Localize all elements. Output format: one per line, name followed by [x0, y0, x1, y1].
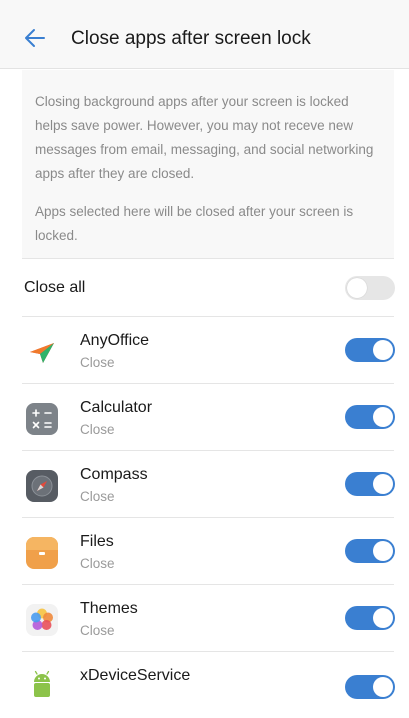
toggle-knob: [373, 677, 393, 697]
files-icon: [26, 537, 58, 569]
themes-icon: [26, 604, 58, 636]
page-title: Close apps after screen lock: [71, 28, 311, 49]
close-all-label: Close all: [24, 279, 86, 296]
toggle-knob: [373, 541, 393, 561]
description-text: Closing background apps after your scree…: [35, 94, 374, 181]
description-note: Apps selected here will be closed after …: [35, 204, 354, 243]
app-row-files[interactable]: Files Close: [22, 517, 395, 584]
app-status: Close: [80, 422, 115, 437]
app-status: Close: [80, 623, 115, 638]
arrow-left-icon[interactable]: [24, 27, 46, 49]
app-toggle-themes[interactable]: [345, 606, 395, 630]
app-status: Close: [80, 556, 115, 571]
app-toggle-calculator[interactable]: [345, 405, 395, 429]
toggle-knob: [373, 407, 393, 427]
app-row-compass[interactable]: Compass Close: [22, 450, 395, 517]
close-all-row[interactable]: Close all: [22, 258, 395, 316]
app-status: Close: [80, 355, 115, 370]
app-toggle-anyoffice[interactable]: [345, 338, 395, 362]
app-row-xdeviceservice[interactable]: xDeviceService: [22, 651, 395, 718]
android-icon: [26, 668, 58, 700]
app-row-themes[interactable]: Themes Close: [22, 584, 395, 651]
toggle-knob: [373, 608, 393, 628]
description-panel: Closing background apps after your scree…: [22, 70, 394, 258]
anyoffice-icon: [26, 336, 58, 368]
app-bar: Close apps after screen lock: [0, 0, 409, 69]
app-name: Calculator: [80, 399, 153, 416]
app-name: xDeviceService: [80, 667, 191, 684]
app-toggle-compass[interactable]: [345, 472, 395, 496]
calculator-icon: [26, 403, 58, 435]
toggle-knob: [373, 340, 393, 360]
app-name: Files: [80, 533, 114, 550]
app-toggle-files[interactable]: [345, 539, 395, 563]
app-status: Close: [80, 489, 115, 504]
app-name: Themes: [80, 600, 138, 617]
close-all-toggle[interactable]: [345, 276, 395, 300]
toggle-knob: [347, 278, 367, 298]
app-row-calculator[interactable]: Calculator Close: [22, 383, 395, 450]
app-name: Compass: [80, 466, 148, 483]
compass-icon: [26, 470, 58, 502]
toggle-knob: [373, 474, 393, 494]
app-row-anyoffice[interactable]: AnyOffice Close: [22, 316, 395, 383]
app-name: AnyOffice: [80, 332, 150, 349]
app-toggle-xdeviceservice[interactable]: [345, 675, 395, 699]
